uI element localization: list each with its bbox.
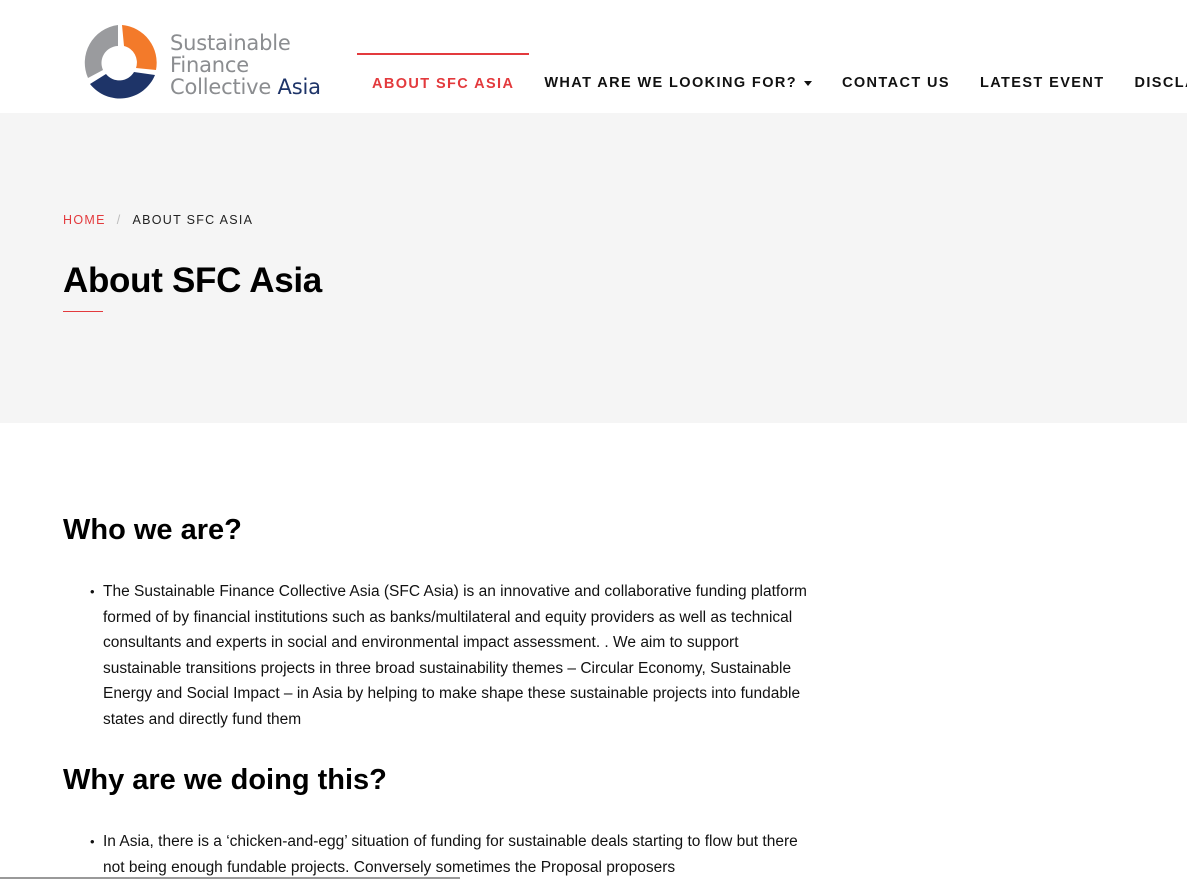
section-heading-why-are-we-doing-this: Why are we doing this? [63, 764, 387, 796]
breadcrumb-separator: / [116, 213, 122, 227]
nav-label: DISCLAIMER [1134, 75, 1187, 91]
nav-contact-us[interactable]: CONTACT US [827, 53, 965, 113]
list-item-text: The Sustainable Finance Collective Asia … [103, 583, 807, 728]
breadcrumb-current: ABOUT SFC ASIA [132, 213, 254, 227]
nav-about-sfc-asia[interactable]: ABOUT SFC ASIA [357, 53, 530, 113]
main-nav: ABOUT SFC ASIA WHAT ARE WE LOOKING FOR? … [357, 53, 1187, 113]
why-list: • In Asia, there is a ‘chicken-and-egg’ s… [90, 829, 815, 879]
nav-label: WHAT ARE WE LOOKING FOR? [544, 75, 797, 91]
logo-line-3: Collective Asia [170, 76, 321, 98]
list-item: • In Asia, there is a ‘chicken-and-egg’ s… [90, 829, 815, 879]
logo-line-2: Finance [170, 53, 249, 77]
who-we-are-list: • The Sustainable Finance Collective Asia… [90, 579, 815, 733]
nav-label: LATEST EVENT [979, 75, 1105, 91]
logo-wordmark: Sustainable Finance Collective Asia [170, 32, 321, 98]
nav-latest-event[interactable]: LATEST EVENT [965, 53, 1119, 113]
logo-collective: Collective [170, 75, 272, 99]
title-underline [63, 311, 103, 312]
logo-asia: Asia [277, 75, 321, 99]
site-logo[interactable]: Sustainable Finance Collective Asia [76, 22, 326, 106]
nav-disclaimer[interactable]: DISCLAIMER [1119, 53, 1187, 113]
caret-down-icon [804, 80, 812, 86]
list-item: • The Sustainable Finance Collective Asia… [90, 579, 815, 733]
page-hero: HOME / ABOUT SFC ASIA About SFC Asia [0, 113, 1187, 423]
bullet-dot-icon: • [90, 834, 95, 849]
breadcrumb: HOME / ABOUT SFC ASIA [63, 213, 253, 227]
section-heading-who-we-are: Who we are? [63, 514, 242, 546]
logo-ring-icon [84, 25, 157, 99]
breadcrumb-home-link[interactable]: HOME [63, 213, 106, 227]
logo-line-1: Sustainable [170, 31, 291, 55]
nav-label: ABOUT SFC ASIA [372, 76, 515, 92]
site-header: Sustainable Finance Collective Asia ABOU… [0, 0, 1187, 113]
list-item-text: In Asia, there is a ‘chicken-and-egg’ si… [103, 833, 798, 876]
bullet-dot-icon: • [90, 584, 95, 599]
nav-what-are-we-looking-for[interactable]: WHAT ARE WE LOOKING FOR? [529, 53, 827, 113]
page-title: About SFC Asia [63, 261, 322, 300]
nav-label: CONTACT US [842, 75, 950, 91]
